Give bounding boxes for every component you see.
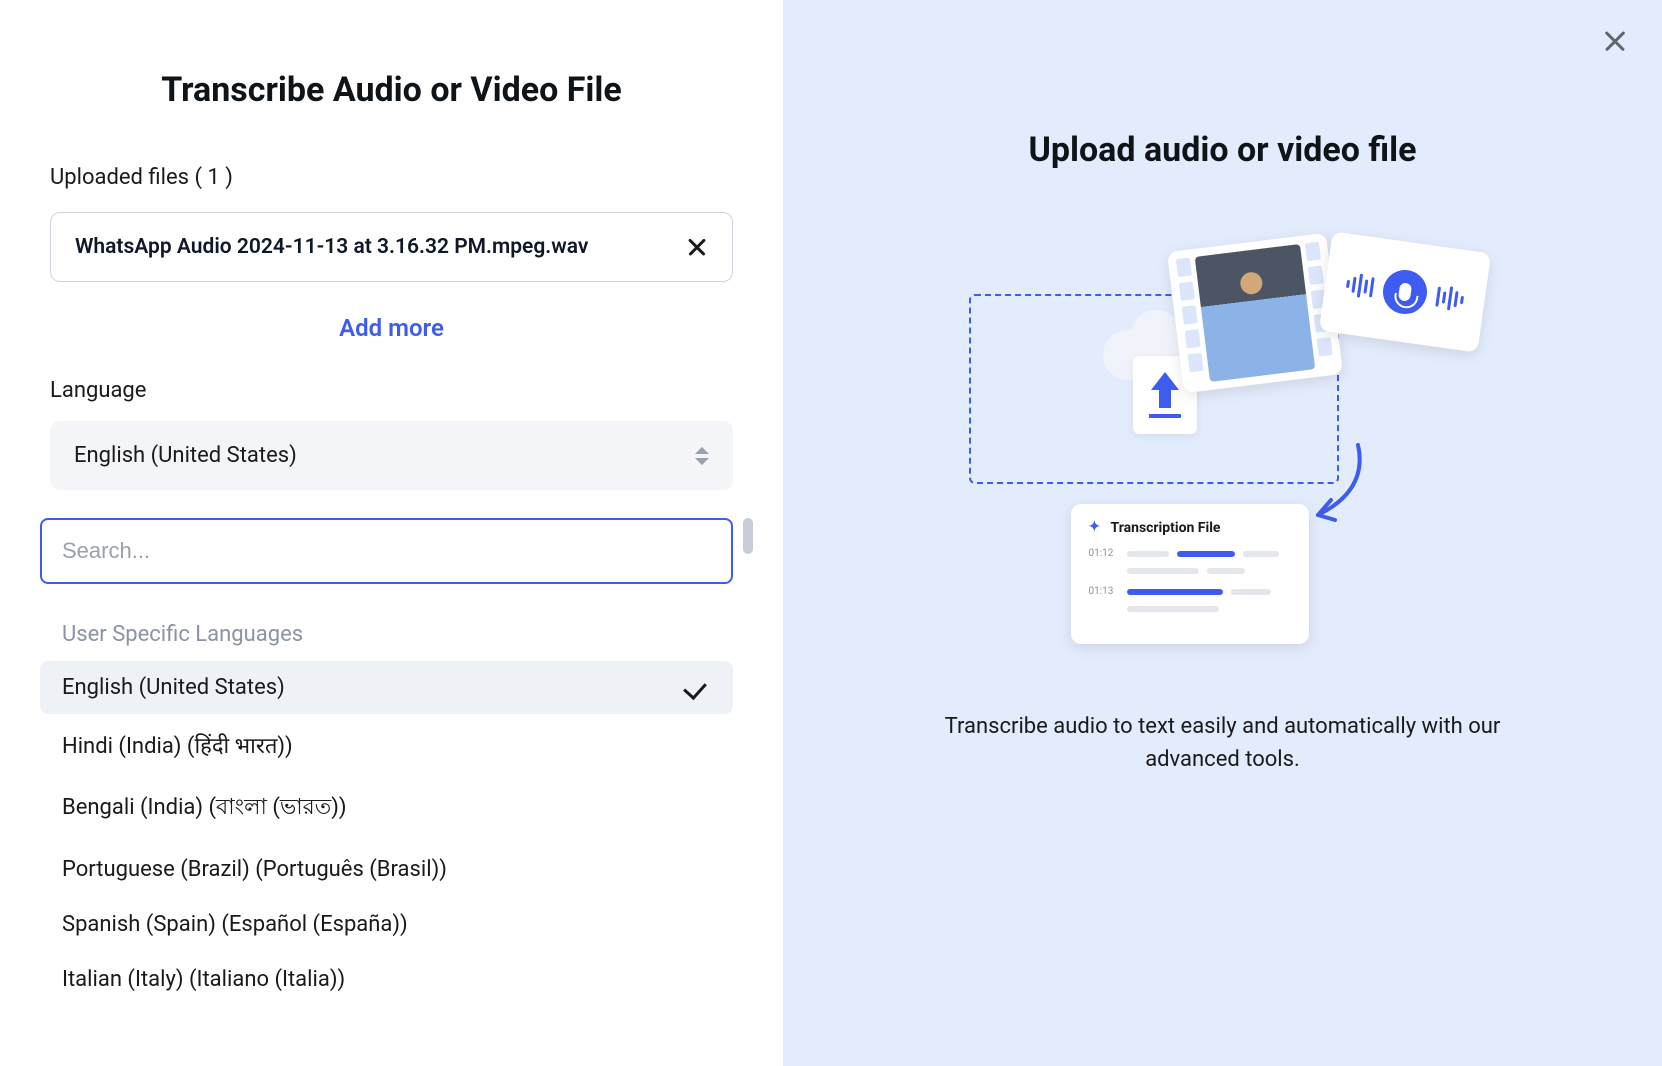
language-option-label: Portuguese (Brazil) (Português (Brasil)) [62,857,447,882]
transcription-card-title: Transcription File [1111,520,1221,536]
language-option-label: Hindi (India) (हिंदी भारत)) [62,730,293,760]
add-more-button[interactable]: Add more [50,314,733,342]
page-title: Transcribe Audio or Video File [50,70,733,110]
timestamp: 01:13 [1089,586,1119,597]
timestamp: 01:12 [1089,548,1119,559]
selected-language-text: English (United States) [74,443,297,468]
left-panel: Transcribe Audio or Video File Uploaded … [0,0,783,1066]
transcription-preview-card: Transcription File 01:12 . 01:13 . [1071,504,1309,644]
language-option[interactable]: English (United States) [40,661,733,714]
language-option-label: Italian (Italy) (Italiano (Italia)) [62,967,345,992]
close-icon[interactable] [1602,28,1628,54]
microphone-icon [1380,267,1430,317]
curved-arrow-icon [1303,440,1373,530]
scrollbar-thumb[interactable] [743,518,753,554]
language-option[interactable]: Bengali (India) (বাংলা (ভারত)) [40,776,733,841]
language-group-header: User Specific Languages [40,608,733,661]
right-panel-title: Upload audio or video file [843,130,1602,170]
language-search-input[interactable] [40,518,733,584]
right-panel: Upload audio or video file [783,0,1662,1066]
sparkle-icon [1089,521,1103,535]
language-option[interactable]: Hindi (India) (हिंदी भारत)) [40,716,733,774]
language-option[interactable]: Spanish (Spain) (Español (España)) [40,898,733,951]
check-icon [683,675,707,699]
chevron-sort-icon [695,447,709,465]
language-option-label: Spanish (Spain) (Español (España)) [62,912,408,937]
language-select[interactable]: English (United States) [50,421,733,490]
language-option-label: Bengali (India) (বাংলা (ভারত)) [62,790,347,827]
upload-illustration: Transcription File 01:12 . 01:13 . [963,230,1483,650]
language-option-label: English (United States) [62,675,285,700]
language-option[interactable]: Italian (Italy) (Italiano (Italia)) [40,953,733,1006]
video-thumbnail-card [1166,233,1342,393]
language-label: Language [50,378,733,403]
uploaded-file-chip: WhatsApp Audio 2024-11-13 at 3.16.32 PM.… [50,212,733,282]
language-dropdown: User Specific Languages English (United … [40,518,733,1006]
right-panel-description: Transcribe audio to text easily and auto… [943,710,1503,776]
remove-file-icon[interactable] [686,236,708,258]
uploaded-file-name: WhatsApp Audio 2024-11-13 at 3.16.32 PM.… [75,235,588,259]
uploaded-files-label: Uploaded files ( 1 ) [50,165,733,190]
audio-wave-card [1318,231,1490,352]
language-option[interactable]: Portuguese (Brazil) (Português (Brasil)) [40,843,733,896]
